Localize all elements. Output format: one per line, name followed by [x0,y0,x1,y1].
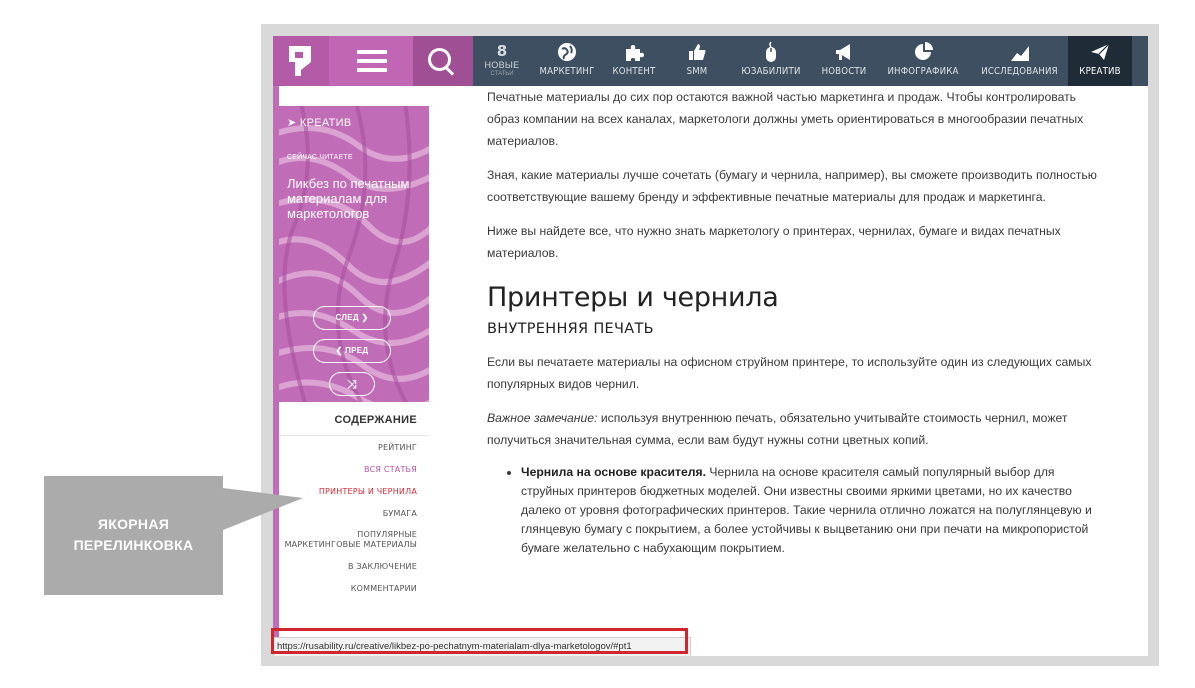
toc-link-comments[interactable]: КОММЕНТАРИИ [279,583,417,594]
chevron-left-icon: ❮ [335,346,346,355]
new-articles-counter[interactable]: 8 НОВЫЕ СТАТЬИ [473,36,531,86]
nav-item-news[interactable]: НОВОСТИ [813,36,875,86]
nav-item-label: НОВОСТИ [821,66,867,77]
hamburger-icon [357,50,387,72]
ink-types-list: Чернила на основе красителя. Чернила на … [487,463,1097,558]
sidebar-category[interactable]: ➤ КРЕАТИВ [287,116,352,129]
browser-viewport: 8 НОВЫЕ СТАТЬИ МАРКЕТИНГ КОНТЕНТ SMM ЮЗА… [273,36,1148,656]
megaphone-icon [836,44,850,60]
url-highlight-box [271,628,688,654]
current-article-title: Ликбез по печатным материалам для маркет… [287,176,410,221]
mouse-icon [766,41,776,62]
nav-item-label: КОНТЕНТ [612,66,656,77]
divider [279,435,429,436]
callout-text: ЯКОРНАЯ ПЕРЕЛИНКОВКА [44,514,223,556]
nav-item-research[interactable]: ИССЛЕДОВАНИЯ [971,36,1068,86]
new-articles-label: НОВЫЕ [484,60,520,70]
callout-line: ПЕРЕЛИНКОВКА [73,537,194,553]
sidebar-article-card: ➤ КРЕАТИВ СЕЙЧАС ЧИТАЕТЕ Ликбез по печат… [279,106,429,402]
top-navigation: 8 НОВЫЕ СТАТЬИ МАРКЕТИНГ КОНТЕНТ SMM ЮЗА… [273,36,1148,86]
nav-item-label: ИССЛЕДОВАНИЯ [981,66,1058,77]
now-reading-label: СЕЙЧАС ЧИТАЕТЕ [287,154,353,161]
article-paragraph: Зная, какие материалы лучше сочетать (бу… [487,168,1097,204]
nav-item-label: КРЕАТИВ [1079,66,1121,77]
nav-item-creative[interactable]: КРЕАТИВ [1068,36,1132,86]
toc-heading: СОДЕРЖАНИЕ [334,414,417,426]
shuffle-icon: ⤨ [347,377,357,391]
nav-item-usability[interactable]: ЮЗАБИЛИТИ [729,36,813,86]
search-button[interactable] [413,36,473,86]
annotation-callout: ЯКОРНАЯ ПЕРЕЛИНКОВКА [44,476,223,595]
menu-button[interactable] [329,36,413,86]
article-sidebar: ➤ КРЕАТИВ СЕЙЧАС ЧИТАЕТЕ Ликбез по печат… [273,86,429,656]
random-article-button[interactable]: ⤨ [329,372,375,396]
nav-item-label: SMM [686,66,708,77]
toc-link-rating[interactable]: РЕЙТИНГ [279,442,417,453]
toc-link-conclusion[interactable]: В ЗАКЛЮЧЕНИЕ [279,561,417,572]
section-heading: Принтеры и чернила [487,282,779,313]
new-articles-count: 8 [496,42,508,60]
nav-item-label: ЮЗАБИЛИТИ [741,66,801,77]
toc-link-full-article[interactable]: ВСЯ СТАТЬЯ [279,464,417,475]
paper-plane-icon [1091,43,1110,60]
article-paragraph: Ниже вы найдете все, что нужно знать мар… [487,224,1061,260]
nav-item-infographics[interactable]: ИНФОГРАФИКА [875,36,971,86]
chevron-right-icon: ❯ [361,313,369,322]
prev-article-button[interactable]: ❮ ПРЕД [313,339,391,363]
note-label: Важное замечание: [487,411,598,425]
site-logo[interactable] [273,36,329,86]
nav-item-smm[interactable]: SMM [665,36,729,86]
logo-icon [289,46,311,76]
subsection-heading: ВНУТРЕННЯЯ ПЕЧАТЬ [487,321,654,337]
nav-item-label: МАРКЕТИНГ [539,66,595,77]
list-item-title: Чернила на основе красителя. [521,465,707,479]
prev-label: ПРЕД [345,346,369,355]
puzzle-icon [626,45,644,61]
globe-icon [558,43,576,61]
article-paragraph: Если вы печатаете материалы на офисном с… [487,355,1092,391]
new-articles-sublabel: СТАТЬИ [490,71,514,77]
nav-item-label: ИНФОГРАФИКА [887,66,959,77]
article-body: Печатные материалы до сих пор остаются в… [487,86,1097,558]
nav-item-marketing[interactable]: МАРКЕТИНГ [531,36,603,86]
pie-chart-icon [915,42,933,60]
article-paragraph: Печатные материалы до сих пор остаются в… [487,90,1084,148]
sidebar-category-label: КРЕАТИВ [299,117,352,129]
next-label: СЛЕД [335,313,359,322]
thumbs-up-icon [689,44,706,60]
growth-chart-icon [1010,46,1029,61]
callout-line: ЯКОРНАЯ [97,516,170,532]
list-item: Чернила на основе красителя. Чернила на … [521,463,1097,558]
important-note: Важное замечание: используя внутреннюю п… [487,407,1097,451]
paper-plane-icon: ➤ [287,117,300,129]
callout-pointer [223,488,303,530]
next-article-button[interactable]: СЛЕД ❯ [313,306,391,330]
nav-item-content[interactable]: КОНТЕНТ [603,36,665,86]
